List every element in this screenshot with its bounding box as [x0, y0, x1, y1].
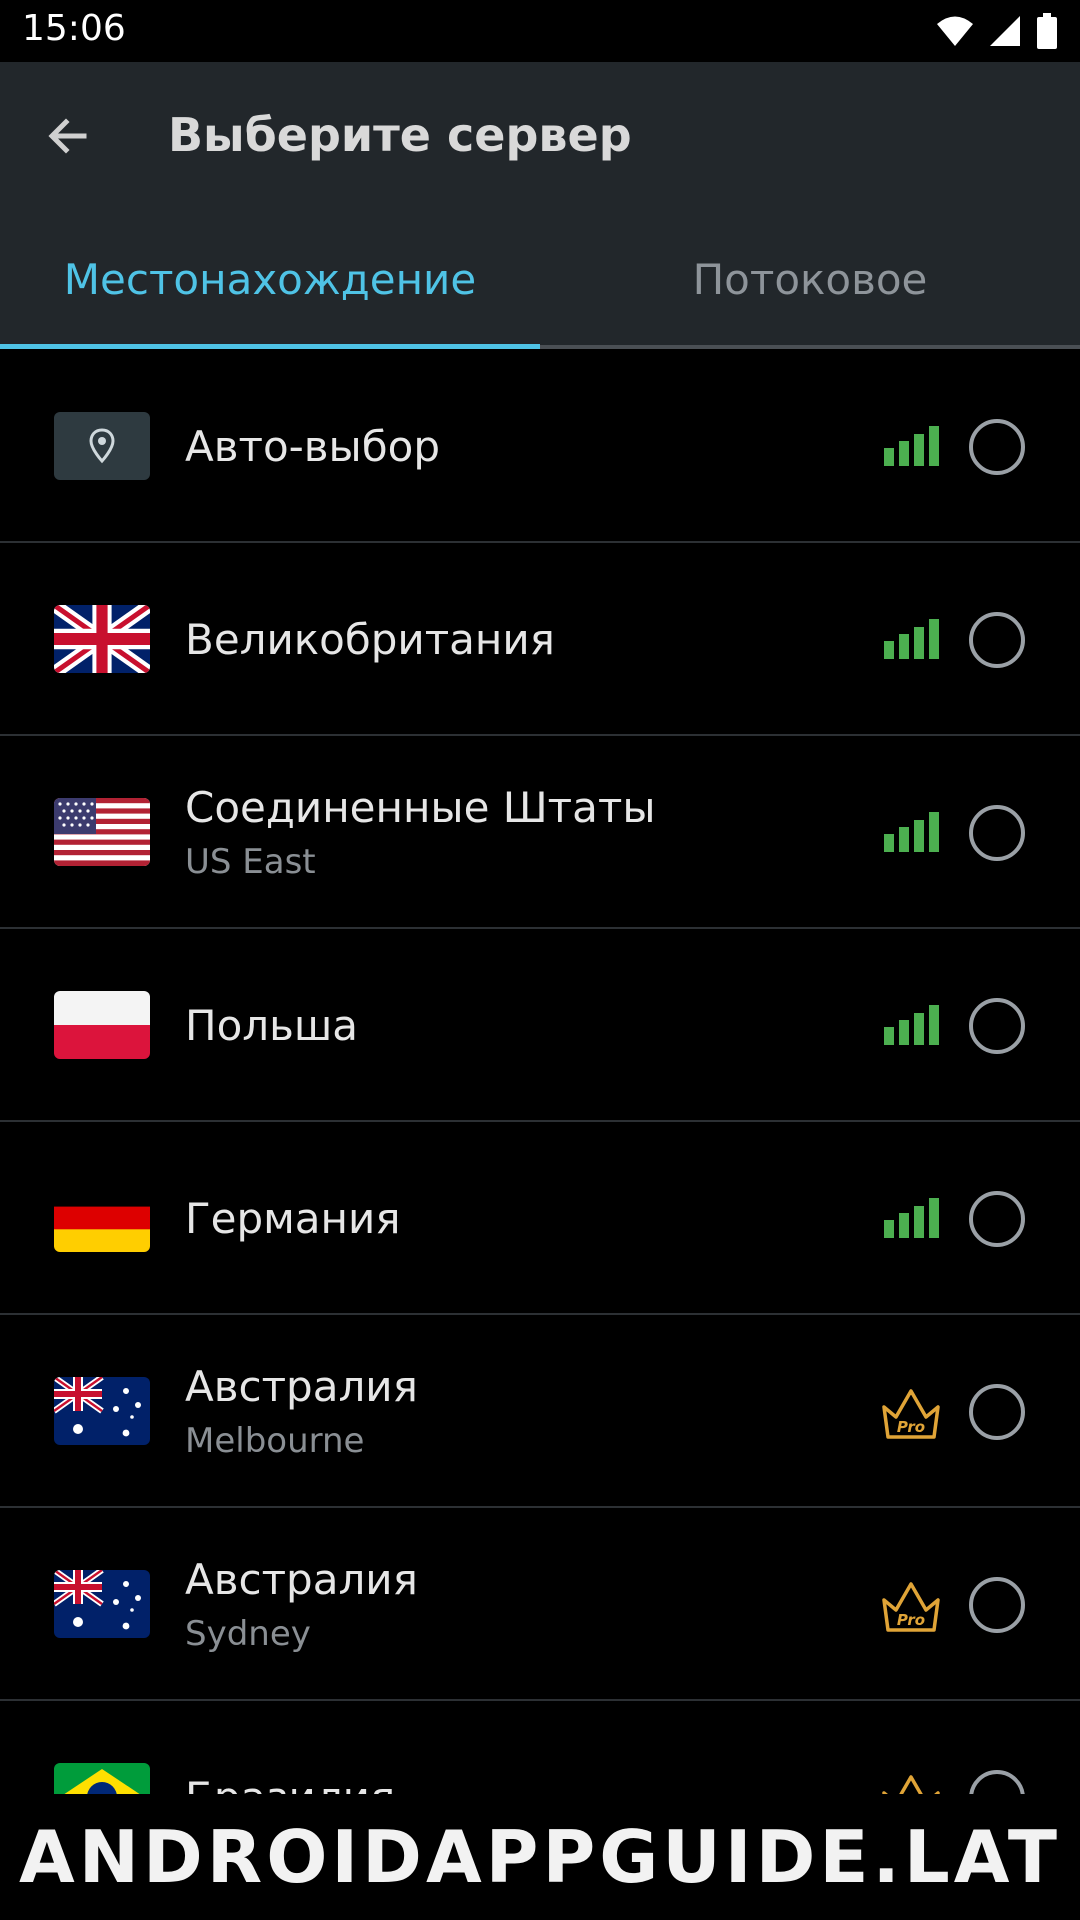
signal-strength-icon	[884, 812, 939, 852]
page-title: Выберите сервер	[168, 108, 632, 162]
server-texts: Великобритания	[185, 543, 555, 736]
select-radio[interactable]	[969, 1577, 1025, 1633]
select-radio[interactable]	[969, 1191, 1025, 1247]
pro-crown-icon: Pro	[882, 1389, 940, 1439]
signal-strength-icon	[884, 426, 939, 466]
app-bar: Выберите сервер	[0, 62, 1080, 210]
pro-label: Pro	[897, 1418, 925, 1436]
server-row-uk[interactable]: Великобритания	[0, 543, 1080, 736]
wifi-icon	[937, 16, 973, 46]
pro-crown-icon: Pro	[882, 1582, 940, 1632]
server-name: Великобритания	[185, 615, 555, 664]
server-row-poland[interactable]: Польша	[0, 929, 1080, 1122]
server-row-germany[interactable]: Германия	[0, 1122, 1080, 1315]
server-texts: Австралия Melbourne	[185, 1315, 418, 1508]
select-radio[interactable]	[969, 612, 1025, 668]
select-radio[interactable]	[969, 419, 1025, 475]
select-radio[interactable]	[969, 1384, 1025, 1440]
server-row-australia-sydney[interactable]: Австралия Sydney Pro	[0, 1508, 1080, 1701]
select-radio[interactable]	[969, 805, 1025, 861]
server-name: Соединенные Штаты	[185, 783, 656, 832]
pro-crown-icon: Pro	[882, 1775, 940, 1794]
server-texts: Австралия Sydney	[185, 1508, 418, 1701]
pro-label: Pro	[897, 1611, 925, 1629]
server-row-australia-melbourne[interactable]: Австралия Melbourne Pro	[0, 1315, 1080, 1508]
tab-indicator	[0, 344, 540, 349]
server-texts: Германия	[185, 1122, 401, 1315]
status-icons	[936, 12, 1058, 50]
germany-flag-icon	[54, 1184, 150, 1252]
watermark-text: ANDROIDAPPGUIDE.LAT	[19, 1815, 1061, 1899]
select-radio[interactable]	[969, 1770, 1025, 1794]
server-name: Австралия	[185, 1362, 418, 1411]
poland-flag-icon	[54, 991, 150, 1059]
server-row-us[interactable]: Соединенные Штаты US East	[0, 736, 1080, 929]
server-name: Бразилия	[185, 1773, 395, 1794]
server-row-auto[interactable]: Авто-выбор	[0, 350, 1080, 543]
battery-icon	[1037, 13, 1057, 49]
server-city: Melbourne	[185, 1421, 365, 1461]
select-radio[interactable]	[969, 998, 1025, 1054]
us-flag-icon	[54, 798, 150, 866]
signal-strength-icon	[884, 1198, 939, 1238]
server-texts: Авто-выбор	[185, 350, 440, 543]
tab-streaming[interactable]: Потоковое	[540, 210, 1080, 349]
server-name: Германия	[185, 1194, 401, 1243]
signal-strength-icon	[884, 1005, 939, 1045]
brazil-flag-icon	[54, 1763, 150, 1794]
server-texts: Польша	[185, 929, 358, 1122]
server-row-brazil[interactable]: Бразилия Pro	[0, 1701, 1080, 1794]
signal-strength-icon	[884, 619, 939, 659]
server-city: US East	[185, 842, 316, 882]
cell-signal-icon	[990, 16, 1020, 46]
server-name: Авто-выбор	[185, 422, 440, 471]
status-bar: 15:06	[0, 0, 1080, 62]
uk-flag-icon	[54, 605, 150, 673]
watermark: ANDROIDAPPGUIDE.LAT	[0, 1794, 1080, 1920]
tab-location[interactable]: Местонахождение	[0, 210, 540, 349]
server-name: Австралия	[185, 1555, 418, 1604]
server-list[interactable]: Авто-выбор Великобритания Соединенные Шт…	[0, 350, 1080, 1794]
australia-flag-icon	[54, 1377, 150, 1445]
tab-bar: Местонахождение Потоковое	[0, 210, 1080, 349]
arrow-back-icon	[48, 118, 87, 154]
location-pin-icon	[54, 412, 150, 480]
back-button[interactable]	[30, 98, 106, 174]
server-texts: Соединенные Штаты US East	[185, 736, 656, 929]
australia-flag-icon	[54, 1570, 150, 1638]
server-city: Sydney	[185, 1614, 311, 1654]
status-time: 15:06	[22, 8, 126, 49]
server-name: Польша	[185, 1001, 359, 1050]
server-texts: Бразилия	[185, 1701, 395, 1794]
